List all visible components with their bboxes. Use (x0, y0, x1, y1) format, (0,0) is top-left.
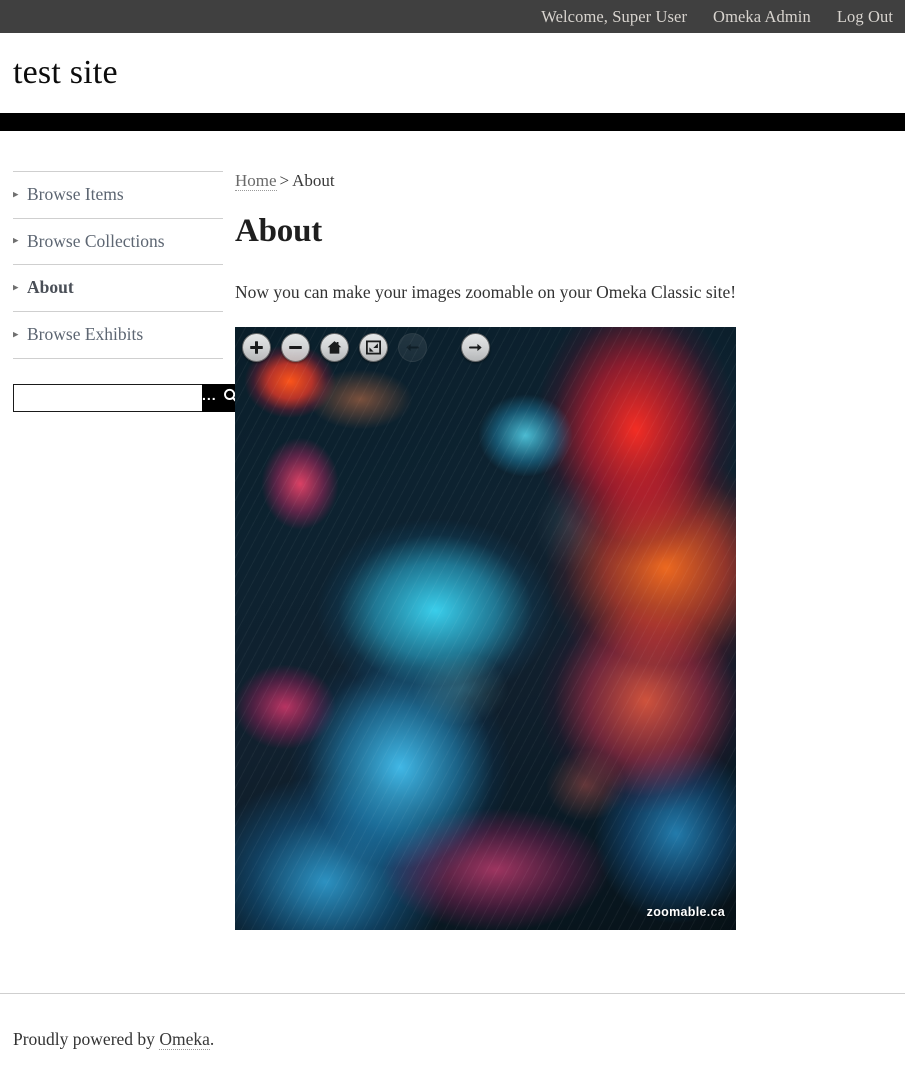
plus-icon (248, 339, 265, 356)
sidebar-item-about[interactable]: ▸ About (13, 265, 223, 312)
sidebar-item-label: Browse Items (27, 184, 124, 204)
triangle-right-icon: ▸ (13, 328, 19, 341)
sidebar-item-label: About (27, 277, 74, 298)
minus-icon (287, 339, 304, 356)
page-title: test site (13, 56, 118, 90)
full-page-button[interactable] (359, 333, 388, 363)
primary-nav-bar (0, 113, 905, 131)
admin-bar-log-out[interactable]: Log Out (837, 7, 893, 27)
viewer-controls (242, 333, 490, 363)
site-title-link[interactable]: test site (13, 54, 118, 91)
zoomable-image-canvas (235, 327, 736, 931)
zoom-in-button[interactable] (242, 333, 271, 363)
admin-bar: Welcome, Super User Omeka Admin Log Out (0, 0, 905, 33)
home-button[interactable] (320, 333, 349, 363)
arrow-left-icon (404, 339, 421, 356)
triangle-right-icon: ▸ (13, 188, 19, 201)
content-heading: About (235, 213, 323, 250)
advanced-search-toggle[interactable]: ... (202, 388, 217, 403)
zoomable-image-viewer[interactable]: zoomable.ca (235, 327, 736, 931)
site-footer: Proudly powered by Omeka. (0, 993, 905, 1070)
sidebar-item-browse-collections[interactable]: ▸ Browse Collections (13, 219, 223, 266)
footer-credit-suffix: . (209, 1029, 215, 1049)
triangle-right-icon: ▸ (13, 234, 19, 247)
zoom-out-button[interactable] (281, 333, 310, 363)
arrow-right-icon (467, 339, 484, 356)
footer-credit: Proudly powered by Omeka. (13, 1029, 905, 1050)
site-title-bar: test site (0, 33, 905, 113)
footer-credit-prefix: Proudly powered by (13, 1029, 160, 1049)
sidebar-nav-list: ▸ Browse Items ▸ Browse Collections ▸ Ab… (13, 171, 223, 359)
sidebar-item-label: Browse Collections (27, 230, 165, 251)
sidebar-item-browse-items[interactable]: ▸ Browse Items (13, 172, 223, 219)
next-button[interactable] (461, 333, 490, 363)
content-body-text: Now you can make your images zoomable on… (235, 281, 737, 302)
sidebar-link-browse-exhibits[interactable]: ▸ Browse Exhibits (13, 312, 223, 358)
search-input[interactable] (13, 383, 202, 412)
omeka-link[interactable]: Omeka (159, 1029, 210, 1050)
admin-bar-omeka-admin[interactable]: Omeka Admin (713, 7, 811, 27)
sidebar-item-browse-exhibits[interactable]: ▸ Browse Exhibits (13, 312, 223, 359)
admin-bar-welcome-user[interactable]: Welcome, Super User (541, 7, 687, 27)
viewer-watermark: zoomable.ca (646, 905, 725, 920)
page-wrapper: ▸ Browse Items ▸ Browse Collections ▸ Ab… (0, 131, 905, 931)
sidebar-item-label: Browse Exhibits (27, 323, 144, 344)
sidebar-link-about[interactable]: ▸ About (13, 265, 223, 311)
sidebar-link-browse-collections[interactable]: ▸ Browse Collections (13, 219, 223, 265)
search-form: ... (13, 383, 239, 412)
home-icon (326, 339, 343, 356)
breadcrumb-home-link[interactable]: Home (235, 171, 277, 191)
breadcrumb-current: About (292, 171, 335, 190)
expand-icon (365, 339, 382, 356)
breadcrumb: Home > About (235, 171, 885, 191)
main-content: Home > About About Now you can make your i… (223, 171, 905, 931)
previous-button[interactable] (398, 333, 427, 363)
breadcrumb-separator: > (279, 171, 290, 190)
triangle-right-icon: ▸ (13, 281, 19, 294)
sidebar: ▸ Browse Items ▸ Browse Collections ▸ Ab… (0, 171, 239, 412)
sidebar-link-browse-items[interactable]: ▸ Browse Items (13, 172, 223, 218)
